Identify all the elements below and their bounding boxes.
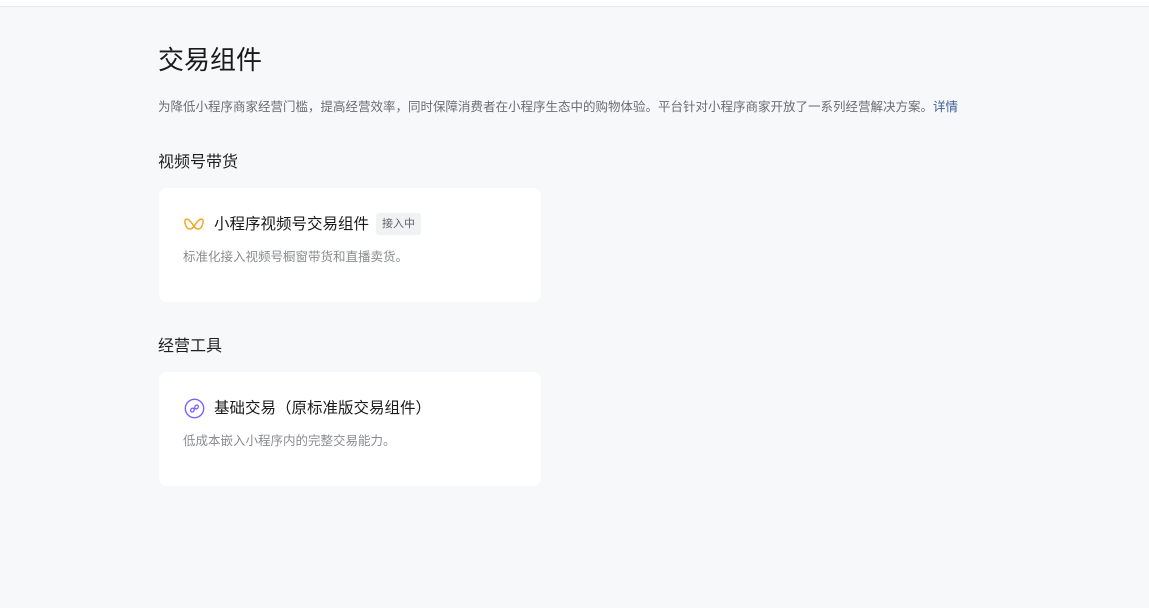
page-description: 为降低小程序商家经营门槛，提高经营效率，同时保障消费者在小程序生态中的购物体验。… xyxy=(158,97,1068,117)
card-video-trade-component[interactable]: 小程序视频号交易组件 接入中 标准化接入视频号橱窗带货和直播卖货。 xyxy=(159,188,541,302)
status-badge: 接入中 xyxy=(376,213,422,235)
card-basic-trade[interactable]: 基础交易（原标准版交易组件） 低成本嵌入小程序内的完整交易能力。 xyxy=(159,372,541,486)
page-title: 交易组件 xyxy=(158,46,263,76)
card-description: 低成本嵌入小程序内的完整交易能力。 xyxy=(183,433,396,448)
section-title-business-tools: 经营工具 xyxy=(158,336,223,355)
section-title-video-selling: 视频号带货 xyxy=(158,152,239,171)
card-title: 小程序视频号交易组件 xyxy=(214,215,370,233)
top-bar xyxy=(0,0,1149,7)
mini-program-icon xyxy=(183,397,205,419)
card-description: 标准化接入视频号橱窗带货和直播卖货。 xyxy=(183,249,409,264)
details-link[interactable]: 详情 xyxy=(933,99,958,114)
channels-icon xyxy=(183,213,205,235)
page-description-text: 为降低小程序商家经营门槛，提高经营效率，同时保障消费者在小程序生态中的购物体验。… xyxy=(158,99,934,114)
card-title: 基础交易（原标准版交易组件） xyxy=(214,399,432,417)
card-header: 小程序视频号交易组件 接入中 xyxy=(183,212,422,236)
card-header: 基础交易（原标准版交易组件） xyxy=(183,396,431,420)
